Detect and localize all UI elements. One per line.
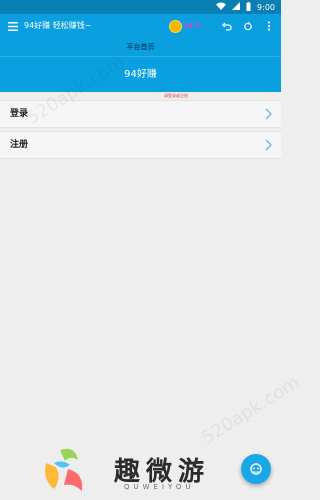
sun-icon [170, 20, 181, 32]
temperature: 28°C [183, 22, 202, 30]
watermark-brand-en: QUWEIYOU [124, 483, 195, 491]
chevron-right-icon [263, 138, 273, 152]
menu-item-label: 登录 [10, 109, 29, 119]
hamburger-menu-icon[interactable] [4, 17, 22, 35]
app-title: 94好赚 轻松赚钱~ [24, 21, 92, 30]
refresh-icon[interactable] [239, 17, 256, 35]
bot-icon [250, 463, 262, 475]
menu-item-register[interactable]: 注册 [0, 131, 281, 159]
quweiyou-logo-icon [45, 448, 83, 491]
undo-icon[interactable] [218, 17, 235, 35]
watermark-site-text: 520apk.com [197, 372, 304, 449]
more-vert-icon[interactable] [260, 17, 277, 35]
menu-item-login[interactable]: 登录 [0, 100, 281, 128]
wifi-icon [216, 2, 227, 12]
banner-title: 94好赚 [0, 56, 281, 92]
page-title: 平台首页 [0, 38, 281, 56]
battery-icon [246, 1, 251, 13]
menu-item-label: 注册 [10, 140, 29, 150]
toolbar-actions [218, 17, 277, 35]
signal-icon [232, 2, 241, 12]
app-toolbar: 94好赚 轻松赚钱~ 28°C [0, 14, 281, 38]
status-bar: 9:00 [0, 0, 281, 14]
login-hint: 请登录或注册 [164, 93, 188, 98]
status-icons: 9:00 [216, 0, 275, 14]
chevron-right-icon [263, 107, 273, 121]
watermark-logo: 趣微游 QUWEIYOU [40, 445, 240, 495]
weather-widget[interactable]: 28°C [170, 18, 210, 34]
floating-action-button[interactable] [241, 454, 271, 484]
status-time: 9:00 [257, 2, 275, 12]
